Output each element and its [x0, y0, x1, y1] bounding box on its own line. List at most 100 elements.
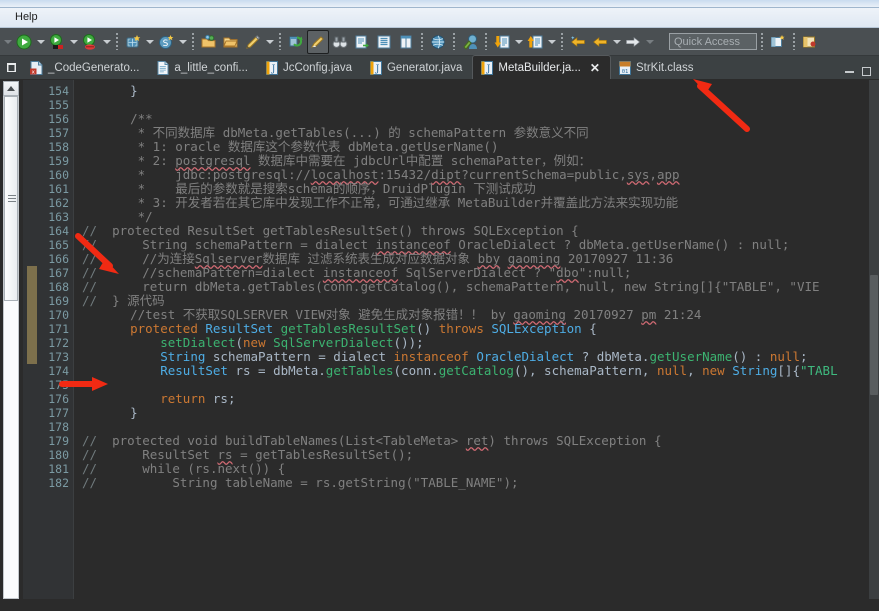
- code-token: () :: [732, 349, 770, 364]
- run-last-tool-button[interactable]: [79, 30, 101, 54]
- editor-right-scroll-thumb[interactable]: [870, 275, 878, 395]
- import-button[interactable]: [491, 30, 513, 54]
- code-line[interactable]: * 最后的参数就是搜索schema的顺序，DruidPlugin 下测试成功: [74, 182, 536, 196]
- open-task-button[interactable]: [351, 30, 373, 54]
- open-project-button[interactable]: [198, 30, 220, 54]
- editor-view-menu-button[interactable]: [0, 55, 22, 79]
- code-line[interactable]: //test 不获取SQLSERVER VIEW对象 避免生成对象报错！！ by…: [74, 308, 701, 322]
- export-button[interactable]: [524, 30, 546, 54]
- new-sql-dropdown[interactable]: [177, 31, 188, 53]
- forward-button[interactable]: [622, 30, 644, 54]
- code-line[interactable]: // ResultSet rs = getTablesResultSet();: [74, 448, 413, 462]
- tab-close-icon[interactable]: ✕: [590, 62, 600, 74]
- code-line[interactable]: }: [74, 406, 138, 420]
- editor-left-scrollbar[interactable]: [0, 80, 23, 599]
- code-line[interactable]: protected ResultSet getTablesResultSet()…: [74, 322, 597, 336]
- line-number: 180: [48, 448, 69, 462]
- column-view-button[interactable]: [395, 30, 417, 54]
- code-line[interactable]: /**: [74, 112, 153, 126]
- edit-pen-dropdown[interactable]: [264, 31, 275, 53]
- scroll-thumb[interactable]: [4, 96, 18, 301]
- export-dropdown[interactable]: [546, 31, 557, 53]
- code-line[interactable]: // return dbMeta.getTables(conn.getCatal…: [74, 280, 820, 294]
- code-line[interactable]: * jdbc:postgresql://localhost:15432/dipt…: [74, 168, 680, 182]
- run-dropdown[interactable]: [35, 31, 46, 53]
- tab-Generator-java[interactable]: J Generator.java: [362, 56, 472, 79]
- code-line[interactable]: // protected void buildTableNames(List<T…: [74, 434, 662, 448]
- code-line[interactable]: // protected ResultSet getTablesResultSe…: [74, 224, 579, 238]
- code-line[interactable]: [74, 98, 100, 112]
- code-line[interactable]: * 3: 开发者若在其它库中发现工作不正常，可通过继承 MetaBuilder并…: [74, 196, 678, 210]
- quick-access-field[interactable]: Quick Access: [669, 33, 757, 50]
- show-view-button[interactable]: [373, 30, 395, 54]
- debug-button[interactable]: [46, 30, 68, 54]
- toolbar-separator: [421, 33, 423, 50]
- new-server-dropdown[interactable]: [144, 31, 155, 53]
- scroll-track[interactable]: [3, 96, 19, 599]
- code-line[interactable]: // //schemaPattern=dialect instanceof Sq…: [74, 266, 631, 280]
- code-line[interactable]: // //为连接Sqlserver数据库 过滤系统表生成对应数据对象 bby g…: [74, 252, 673, 266]
- previous-edit-button[interactable]: [589, 30, 611, 54]
- import-dropdown[interactable]: [513, 31, 524, 53]
- code-line[interactable]: * 2: postgresql 数据库中需要在 jdbcUrl中配置 schem…: [74, 154, 591, 168]
- toolbar-leading-chevron-icon[interactable]: [2, 31, 13, 53]
- web-browser-button[interactable]: [427, 30, 449, 54]
- code-line[interactable]: * 1: oracle 数据库这个参数代表 dbMeta.getUserName…: [74, 140, 499, 154]
- toggle-highlight-button[interactable]: [307, 29, 329, 54]
- minimize-editor-icon[interactable]: [845, 70, 854, 73]
- code-token: Sqlserver: [194, 251, 263, 266]
- toolbar-separator: [192, 33, 194, 50]
- comment-marker: //: [82, 251, 98, 266]
- code-token: getCatalog: [438, 363, 514, 378]
- code-line[interactable]: // String schemaPattern = dialect instan…: [74, 238, 789, 252]
- edit-pen-button[interactable]: [242, 30, 264, 54]
- run-button[interactable]: [13, 30, 35, 54]
- quick-access-placeholder: Quick Access: [674, 35, 741, 48]
- maximize-editor-icon[interactable]: [862, 67, 871, 76]
- code-line[interactable]: * 不同数据库 dbMeta.getTables(...) 的 schemaPa…: [74, 126, 589, 140]
- scroll-up-button[interactable]: [3, 81, 19, 96]
- debug-dropdown[interactable]: [68, 31, 79, 53]
- line-number: 157: [48, 126, 69, 140]
- code-token: instanceof: [375, 237, 451, 252]
- menu-item-help[interactable]: Help: [9, 9, 44, 26]
- code-line[interactable]: */: [74, 210, 153, 224]
- code-line[interactable]: // while (rs.next()) {: [74, 462, 285, 476]
- code-line[interactable]: String schemaPattern = dialect instanceo…: [74, 349, 807, 364]
- tab-MetaBuilder-java[interactable]: J MetaBuilder.ja... ✕: [472, 55, 611, 79]
- new-server-button[interactable]: [122, 30, 144, 54]
- search-button[interactable]: [329, 30, 351, 54]
- tab-_CodeGenerato[interactable]: x _CodeGenerato...: [22, 56, 149, 79]
- tab-StrKit-class[interactable]: 01 StrKit.class: [611, 56, 704, 79]
- code-token: (: [235, 335, 244, 350]
- code-token: []{: [777, 363, 800, 378]
- new-sql-button[interactable]: S: [155, 30, 177, 54]
- code-line[interactable]: ResultSet rs = dbMeta.getTables(conn.get…: [74, 363, 837, 378]
- java-perspective-button[interactable]: [799, 30, 821, 54]
- refresh-workspace-button[interactable]: [285, 30, 307, 54]
- previous-edit-dropdown[interactable]: [611, 31, 622, 53]
- code-line[interactable]: [74, 378, 100, 392]
- forward-dropdown[interactable]: [644, 31, 655, 53]
- user-profile-button[interactable]: [459, 30, 481, 54]
- code-token: ?currentSchema=public,: [461, 167, 627, 182]
- code-token: * 3: 开发者若在其它库中发现工作不正常，可通过继承 MetaBuilder并…: [100, 195, 679, 210]
- back-history-button[interactable]: [567, 30, 589, 54]
- code-line[interactable]: // String tableName = rs.getString("TABL…: [74, 476, 519, 490]
- tab-a_little_confi[interactable]: a_little_confi...: [149, 56, 258, 79]
- editor-right-scrollbar[interactable]: [869, 80, 879, 599]
- code-line[interactable]: // } 源代码: [74, 294, 165, 308]
- change-marker: [27, 266, 37, 364]
- new-perspective-button[interactable]: [767, 30, 789, 54]
- tab-JcConfig-java[interactable]: J JcConfig.java: [258, 56, 362, 79]
- pencil-icon: [246, 34, 261, 49]
- run-last-tool-dropdown[interactable]: [101, 31, 112, 53]
- code-token: }: [130, 83, 138, 98]
- code-line[interactable]: return rs;: [74, 392, 235, 406]
- code-line[interactable]: setDialect(new SqlServerDialect());: [74, 335, 423, 350]
- open-folder-button[interactable]: [220, 30, 242, 54]
- code-line[interactable]: [74, 420, 100, 434]
- code-line[interactable]: }: [74, 84, 138, 98]
- tab-label: a_little_confi...: [174, 62, 248, 74]
- code-content[interactable]: } /** * 不同数据库 dbMeta.getTables(...) 的 sc…: [74, 80, 879, 599]
